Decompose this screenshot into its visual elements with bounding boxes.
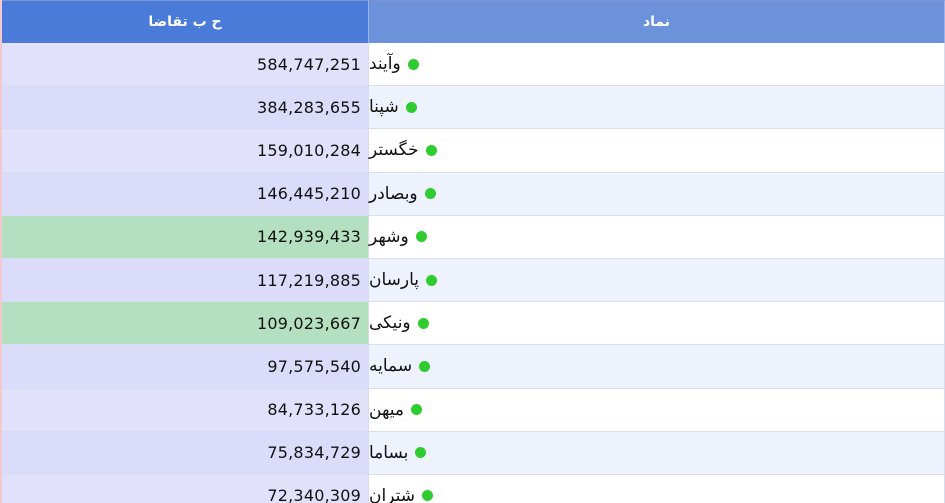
demand-volume-cell: 72,340,309 (2, 474, 369, 503)
status-dot-icon (426, 274, 438, 286)
table-row[interactable]: 84,733,126 میهن (2, 388, 945, 432)
table-row[interactable]: 159,010,284 خگستر (2, 129, 945, 173)
symbol-cell[interactable]: وشهر (369, 215, 945, 259)
symbol-cell[interactable]: میهن (369, 388, 945, 432)
demand-volume-cell: 97,575,540 (2, 345, 369, 389)
table-row[interactable]: 142,939,433 وشهر (2, 215, 945, 259)
demand-volume-cell: 84,733,126 (2, 388, 369, 432)
symbol-cell[interactable]: شپنا (369, 86, 945, 130)
status-dot-icon (407, 58, 419, 70)
table-row[interactable]: 109,023,667 ونیکی (2, 302, 945, 346)
table-row[interactable]: 117,219,885 پارسان (2, 258, 945, 303)
status-dot-icon (415, 447, 427, 459)
status-dot-icon (425, 144, 437, 156)
demand-volume-cell: 109,023,667 (2, 302, 369, 346)
status-dot-icon (419, 360, 431, 372)
demand-volume-cell: 384,283,655 (2, 86, 369, 130)
header-demand-volume[interactable]: ح ب تقاضا (2, 0, 369, 43)
symbol-cell[interactable]: وآیند (369, 43, 945, 87)
symbol-label: شپنا (369, 97, 399, 118)
symbol-label: میهن (369, 399, 405, 420)
status-dot-icon (417, 317, 429, 329)
symbol-cell[interactable]: خگستر (369, 129, 945, 173)
symbol-label: پارسان (369, 270, 420, 291)
table-row[interactable]: 75,834,729 بساما (2, 431, 945, 475)
table-header: ح ب تقاضا نماد (2, 0, 945, 43)
demand-volume-cell: 584,747,251 (2, 43, 369, 87)
demand-volume-cell: 146,445,210 (2, 172, 369, 216)
symbol-cell[interactable]: وبصادر (369, 172, 945, 216)
table-body: 584,747,251 وآیند 384,283,655 شپنا 159,010,2… (2, 43, 945, 503)
symbol-cell[interactable]: شتران (369, 474, 945, 503)
table-row[interactable]: 384,283,655 شپنا (2, 86, 945, 130)
table-row[interactable]: 97,575,540 سمایه (2, 345, 945, 389)
status-dot-icon (411, 404, 423, 416)
status-dot-icon (405, 101, 417, 113)
demand-volume-cell: 159,010,284 (2, 129, 369, 173)
status-dot-icon (424, 188, 436, 200)
symbol-label: وشهر (369, 226, 409, 247)
table-row[interactable]: 584,747,251 وآیند (2, 43, 945, 87)
symbol-cell[interactable]: ونیکی (369, 302, 945, 346)
symbol-cell[interactable]: بساما (369, 431, 945, 475)
symbol-label: ونیکی (369, 313, 411, 334)
symbol-cell[interactable]: سمایه (369, 345, 945, 389)
table-row[interactable]: 72,340,309 شتران (2, 474, 945, 503)
symbol-cell[interactable]: پارسان (369, 258, 945, 303)
symbol-label: وآیند (369, 54, 401, 75)
status-dot-icon (421, 490, 433, 502)
symbol-label: شتران (369, 485, 415, 503)
symbol-label: سمایه (369, 356, 413, 377)
symbol-label: بساما (369, 442, 409, 463)
symbol-label: خگستر (369, 140, 419, 161)
demand-table: ح ب تقاضا نماد 584,747,251 وآیند 384,283,6… (0, 0, 945, 503)
demand-volume-cell: 142,939,433 (2, 215, 369, 259)
table-row[interactable]: 146,445,210 وبصادر (2, 172, 945, 216)
demand-volume-cell: 75,834,729 (2, 431, 369, 475)
status-dot-icon (415, 231, 427, 243)
symbol-label: وبصادر (369, 183, 418, 204)
demand-volume-cell: 117,219,885 (2, 258, 369, 303)
header-symbol[interactable]: نماد (369, 0, 945, 43)
